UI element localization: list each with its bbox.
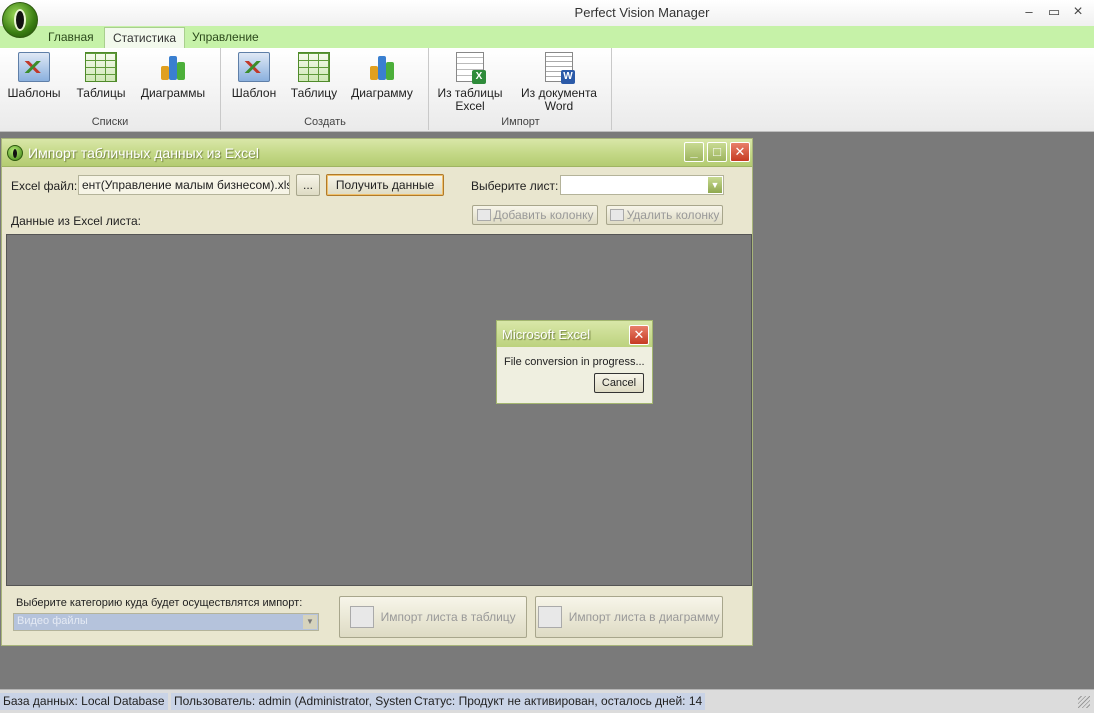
import-to-chart-label: Импорт листа в диаграмму — [568, 610, 720, 624]
dialog-title: Microsoft Excel — [502, 327, 591, 342]
app-logo-icon — [7, 145, 23, 161]
new-template-label: Шаблон — [231, 86, 277, 100]
new-table-label: Таблицу — [290, 86, 338, 100]
category-select-value: Видео файлы — [17, 615, 88, 627]
window-title: Perfect Vision Manager — [574, 5, 710, 20]
maximize-icon[interactable]: □ — [707, 142, 727, 162]
templates-button[interactable]: Шаблоны — [4, 52, 64, 100]
excel-icon: X — [456, 52, 486, 84]
progress-dialog: Microsoft Excel ✕ File conversion in pro… — [496, 320, 653, 404]
status-bar: База данных: Local Database Пользователь… — [0, 689, 1094, 713]
resize-grip-icon[interactable] — [1078, 696, 1090, 708]
status-database: База данных: Local Database — [0, 693, 168, 710]
ribbon-group-create: Шаблон Таблицу Диаграмму Создать — [222, 48, 429, 130]
close-icon[interactable]: ✕ — [629, 325, 649, 345]
chevron-down-icon[interactable]: ▼ — [303, 615, 317, 629]
minimize-icon[interactable]: _ — [684, 142, 704, 162]
bar-chart-icon — [157, 52, 189, 82]
bar-chart-icon — [538, 606, 563, 628]
category-select[interactable]: Видео файлы ▼ — [13, 613, 319, 631]
title-bar: Perfect Vision Manager – ▭ × — [0, 0, 1094, 26]
close-icon[interactable]: ✕ — [730, 142, 750, 162]
dialog-titlebar[interactable]: Microsoft Excel ✕ — [497, 321, 652, 347]
delete-column-label: Удалить колонку — [626, 208, 720, 222]
close-icon[interactable]: × — [1069, 3, 1087, 21]
status-activation: Статус: Продукт не активирован, осталось… — [411, 693, 706, 710]
new-template-button[interactable]: Шаблон — [226, 52, 282, 100]
import-word-button[interactable]: W Из документа Word — [516, 52, 602, 113]
minimize-icon[interactable]: – — [1020, 3, 1038, 21]
tab-strip: Главная Статистика Управление — [0, 26, 1094, 48]
browse-button[interactable]: ... — [296, 174, 320, 196]
get-data-button[interactable]: Получить данные — [326, 174, 444, 196]
sheet-label: Выберите лист: — [471, 179, 559, 193]
import-word-label: Из документа Word — [521, 86, 597, 113]
group-label-lists: Списки — [91, 116, 129, 128]
excel-file-label: Excel файл: — [11, 179, 78, 193]
import-to-table-button[interactable]: Импорт листа в таблицу — [339, 596, 527, 638]
table-icon — [298, 52, 330, 82]
import-to-table-label: Импорт листа в таблицу — [380, 610, 516, 624]
import-to-chart-button[interactable]: Импорт листа в диаграмму — [535, 596, 723, 638]
status-user: Пользователь: admin (Administrator, Syst… — [171, 693, 426, 710]
table-icon — [85, 52, 117, 82]
app-logo-icon[interactable] — [2, 2, 38, 38]
excel-data-grid[interactable] — [6, 234, 752, 586]
excel-file-input[interactable]: ент(Управление малым бизнесом).xlsx — [78, 175, 290, 195]
sheet-select[interactable]: ▼ — [560, 175, 724, 195]
templates-label: Шаблоны — [7, 86, 61, 100]
tab-management[interactable]: Управление — [184, 27, 267, 48]
import-excel-label: Из таблицы Excel — [437, 86, 503, 113]
maximize-icon[interactable]: ▭ — [1045, 3, 1063, 21]
group-label-create: Создать — [304, 116, 346, 128]
word-icon: W — [545, 52, 575, 84]
new-chart-button[interactable]: Диаграмму — [348, 52, 416, 100]
add-column-icon — [476, 209, 491, 221]
dialog-message: File conversion in progress... — [504, 356, 645, 368]
delete-column-button[interactable]: Удалить колонку — [606, 205, 723, 225]
tab-main[interactable]: Главная — [40, 27, 102, 48]
import-window-title: Импорт табличных данных из Excel — [28, 145, 259, 161]
tables-button[interactable]: Таблицы — [72, 52, 130, 100]
chart-icon — [18, 52, 50, 82]
delete-column-icon — [609, 209, 624, 221]
table-icon — [350, 606, 375, 628]
bar-chart-icon — [366, 52, 398, 82]
new-table-button[interactable]: Таблицу — [286, 52, 342, 100]
import-excel-button[interactable]: X Из таблицы Excel — [434, 52, 506, 113]
tables-label: Таблицы — [76, 86, 126, 100]
new-chart-label: Диаграмму — [351, 86, 413, 100]
ribbon-group-lists: Шаблоны Таблицы Диаграммы Списки — [0, 48, 221, 130]
import-window-titlebar[interactable]: Импорт табличных данных из Excel _ □ ✕ — [2, 139, 752, 167]
group-label-import: Импорт — [501, 116, 540, 128]
tab-statistics[interactable]: Статистика — [104, 27, 186, 48]
category-label: Выберите категорию куда будет осуществля… — [16, 597, 303, 609]
chevron-down-icon[interactable]: ▼ — [708, 177, 722, 193]
ribbon-group-import: X Из таблицы Excel W Из документа Word И… — [430, 48, 612, 130]
chart-icon — [238, 52, 270, 82]
charts-label: Диаграммы — [140, 86, 206, 100]
ribbon: Шаблоны Таблицы Диаграммы Списки Шаблон … — [0, 48, 1094, 132]
data-label: Данные из Excel листа: — [11, 214, 141, 228]
charts-button[interactable]: Диаграммы — [137, 52, 209, 100]
cancel-button[interactable]: Cancel — [594, 373, 644, 393]
add-column-button[interactable]: Добавить колонку — [472, 205, 598, 225]
add-column-label: Добавить колонку — [493, 208, 594, 222]
